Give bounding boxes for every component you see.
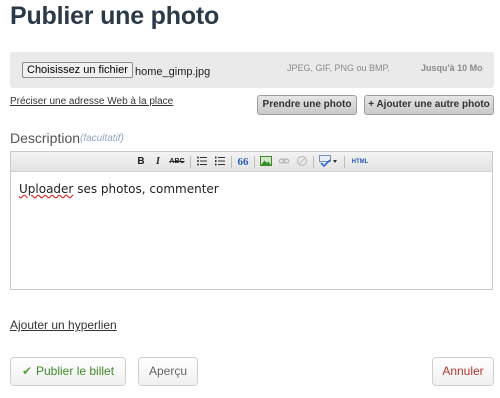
- insert-image-icon[interactable]: [259, 155, 273, 169]
- publish-label: Publier le billet: [36, 364, 115, 378]
- unlink-icon[interactable]: [295, 155, 309, 169]
- italic-button[interactable]: I: [152, 155, 164, 169]
- link-icon[interactable]: [277, 155, 291, 169]
- optional-hint: (facultatif): [80, 133, 124, 144]
- accepted-formats: JPEG, GIF, PNG ou BMP.: [287, 63, 390, 73]
- toolbar-separator: [313, 156, 314, 168]
- take-photo-button[interactable]: Prendre une photo: [257, 95, 357, 115]
- blockquote-button[interactable]: 66: [236, 155, 250, 169]
- specify-url-link[interactable]: Préciser une adresse Web à la place: [10, 96, 173, 107]
- toolbar-separator: [344, 156, 345, 168]
- max-file-size: Jusqu'à 10 Mo: [421, 63, 483, 73]
- selected-file-name: home_gimp.jpg: [135, 66, 211, 78]
- add-photo-button[interactable]: + Ajouter une autre photo: [364, 95, 494, 115]
- preview-button[interactable]: Aperçu: [138, 357, 198, 386]
- misspelled-word: Uploader: [19, 182, 74, 196]
- choose-file-button[interactable]: Choisissez un fichier: [22, 62, 133, 78]
- add-hyperlink-link[interactable]: Ajouter un hyperlien: [10, 318, 117, 332]
- editor-text: ses photos, commenter: [73, 182, 219, 196]
- toolbar-separator: [254, 156, 255, 168]
- rich-text-editor[interactable]: B I ABC 66 HTML Uploader ses photos, com…: [10, 151, 493, 290]
- check-icon: ✔: [21, 364, 32, 378]
- page-title: Publier une photo: [10, 2, 220, 30]
- description-label: Description: [10, 130, 81, 146]
- toolbar-separator: [231, 156, 232, 168]
- bullet-list-icon[interactable]: [195, 155, 209, 169]
- strikethrough-button[interactable]: ABC: [168, 155, 186, 169]
- numbered-list-icon[interactable]: [213, 155, 227, 169]
- editor-content[interactable]: Uploader ses photos, commenter: [19, 182, 219, 196]
- bold-button[interactable]: B: [135, 155, 147, 169]
- spellcheck-icon[interactable]: [318, 155, 340, 169]
- cancel-button[interactable]: Annuler: [432, 357, 494, 386]
- upload-box: Choisissez un fichier home_gimp.jpg JPEG…: [10, 52, 494, 88]
- publish-button[interactable]: ✔ Publier le billet: [10, 357, 126, 386]
- html-source-button[interactable]: HTML: [348, 155, 372, 169]
- toolbar-separator: [190, 156, 191, 168]
- editor-toolbar: B I ABC 66 HTML: [11, 152, 492, 172]
